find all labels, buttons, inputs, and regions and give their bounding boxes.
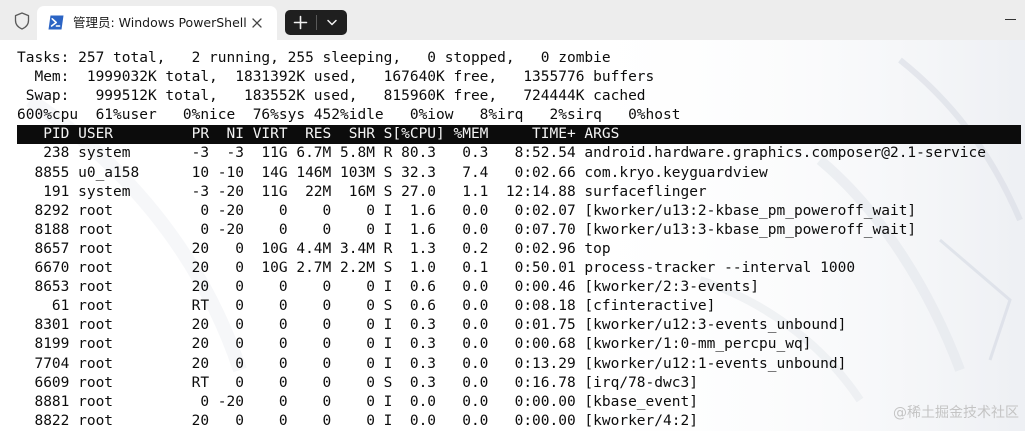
process-row: 8822 root 20 0 0 0 0 I 0.0 0.0 0:00.00 [… bbox=[17, 412, 698, 429]
process-row: 6609 root RT 0 0 0 0 S 0.3 0.0 0:16.78 [… bbox=[17, 374, 698, 391]
top-mem-summary: Mem: 1999032K total, 1831392K used, 1676… bbox=[17, 69, 655, 86]
process-row: 8881 root 0 -20 0 0 0 I 0.0 0.0 0:00.00 … bbox=[17, 393, 698, 410]
top-swap-summary: Swap: 999512K total, 183552K used, 81596… bbox=[17, 88, 646, 105]
minimize-icon[interactable] bbox=[985, 13, 1025, 27]
chevron-down-icon bbox=[327, 19, 337, 26]
process-row: 8199 root 20 0 0 0 0 I 0.3 0.0 0:00.68 [… bbox=[17, 336, 812, 353]
process-row: 8855 u0_a158 10 -10 14G 146M 103M S 32.3… bbox=[17, 164, 768, 181]
new-tab-group bbox=[285, 10, 347, 35]
tab-powershell[interactable]: 管理员: Windows PowerShell bbox=[37, 6, 277, 40]
process-row: 238 system -3 -3 11G 6.7M 5.8M R 80.3 0.… bbox=[17, 145, 987, 162]
process-row: 191 system -3 -20 11G 22M 16M S 27.0 1.1… bbox=[17, 183, 707, 200]
watermark-text: @稀土掘金技术社区 bbox=[893, 405, 1019, 421]
process-row: 6670 root 20 0 10G 2.7M 2.2M S 1.0 0.1 0… bbox=[17, 260, 856, 277]
process-row: 7704 root 20 0 0 0 0 I 0.3 0.0 0:13.29 [… bbox=[17, 355, 847, 372]
top-cpu-summary: 600%cpu 61%user 0%nice 76%sys 452%idle 0… bbox=[17, 107, 681, 124]
terminal-pane[interactable]: Tasks: 257 total, 2 running, 255 sleepin… bbox=[0, 40, 1025, 431]
powershell-icon bbox=[48, 15, 64, 30]
process-row: 8301 root 20 0 0 0 0 I 0.3 0.0 0:01.75 [… bbox=[17, 317, 847, 334]
top-tasks-summary: Tasks: 257 total, 2 running, 255 sleepin… bbox=[17, 50, 611, 66]
new-tab-button[interactable] bbox=[285, 10, 316, 35]
process-row: 8292 root 0 -20 0 0 0 I 1.6 0.0 0:02.07 … bbox=[17, 202, 917, 219]
title-bar: 管理员: Windows PowerShell bbox=[0, 0, 1025, 40]
process-row: 8653 root 20 0 0 0 0 I 0.6 0.0 0:00.46 [… bbox=[17, 279, 760, 296]
process-table-header: PID USER PR NI VIRT RES SHR S[%CPU] %MEM… bbox=[17, 125, 1021, 145]
plus-icon bbox=[293, 15, 308, 30]
process-row: 8657 root 20 0 10G 4.4M 3.4M R 1.3 0.2 0… bbox=[17, 240, 611, 257]
shield-icon bbox=[12, 11, 32, 31]
tab-dropdown-button[interactable] bbox=[317, 10, 347, 35]
terminal-output: Tasks: 257 total, 2 running, 255 sleepin… bbox=[0, 49, 1025, 431]
process-row: 8188 root 0 -20 0 0 0 I 1.6 0.0 0:07.70 … bbox=[17, 221, 917, 238]
tab-title: 管理员: Windows PowerShell bbox=[73, 15, 247, 30]
process-row: 61 root RT 0 0 0 0 S 0.6 0.0 0:08.18 [cf… bbox=[17, 298, 716, 315]
close-icon[interactable] bbox=[249, 15, 265, 31]
